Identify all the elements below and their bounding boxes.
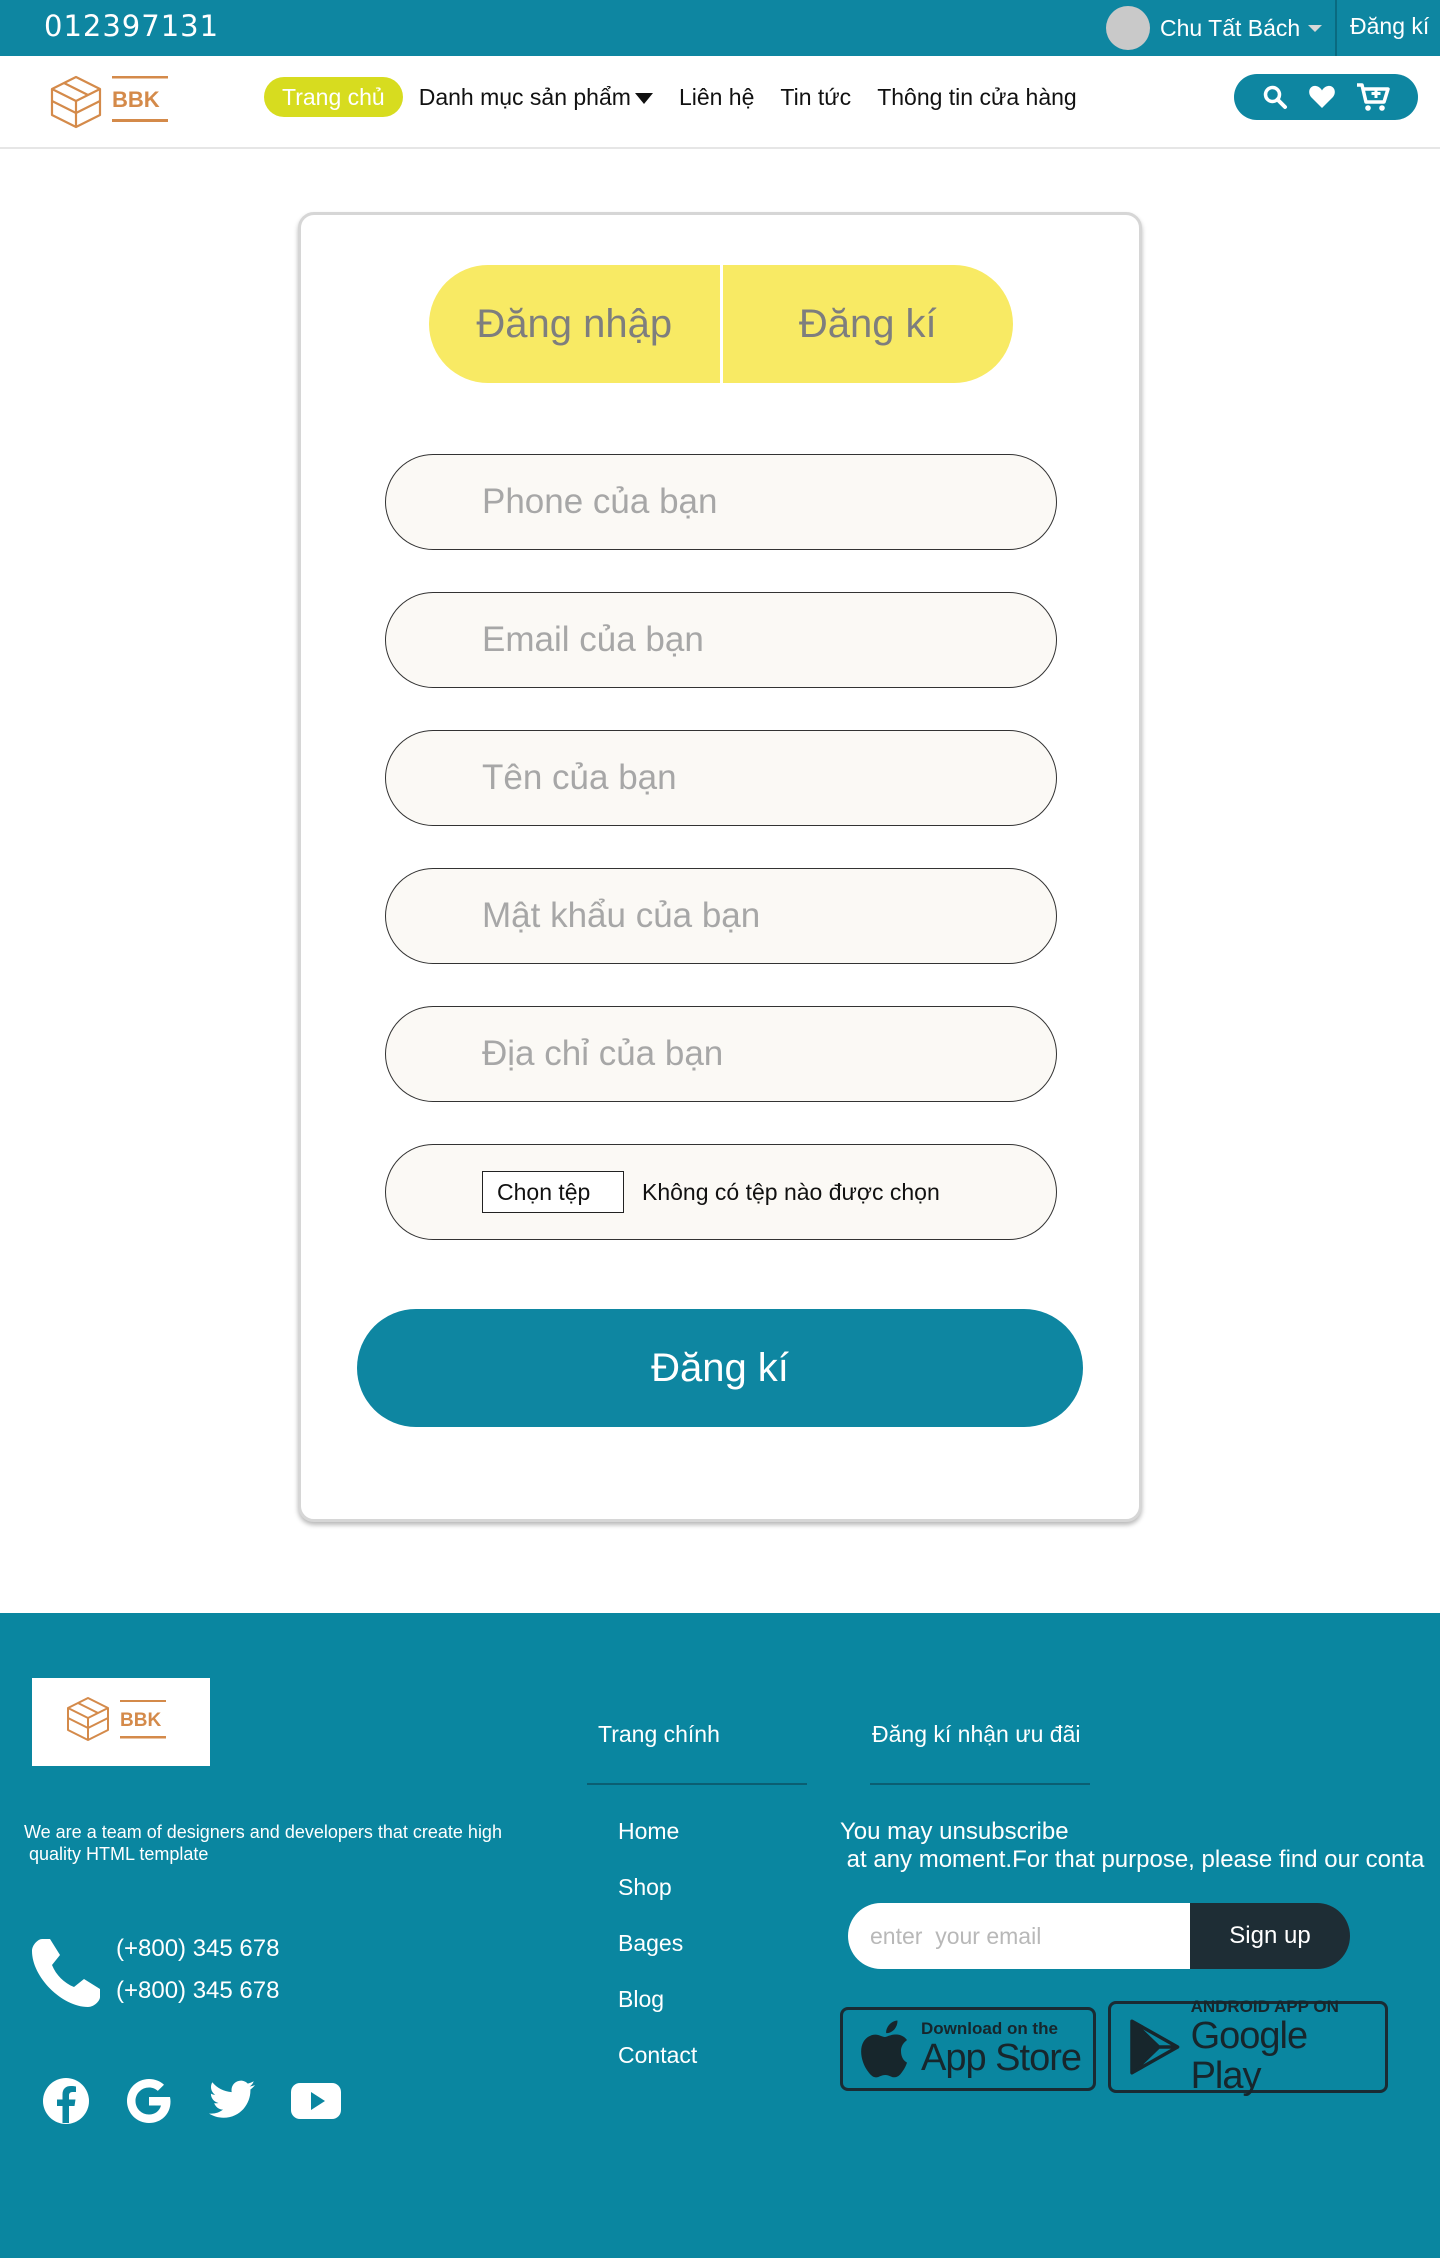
password-field[interactable] — [385, 868, 1057, 964]
top-divider — [1335, 0, 1337, 56]
footer-link-blog[interactable]: Blog — [618, 1986, 664, 2013]
apple-icon — [861, 2020, 907, 2078]
heart-icon[interactable] — [1308, 84, 1336, 110]
footer-link-bages[interactable]: Bages — [618, 1930, 683, 1957]
register-card: Đăng nhập Đăng kí Chọn tệp Không có tệp … — [298, 212, 1142, 1522]
name-input[interactable] — [482, 758, 1056, 798]
email-input[interactable] — [482, 620, 1056, 660]
googleplay-big-text: Google Play — [1190, 2015, 1309, 2097]
googleplay-small-text: ANDROID APP ON — [1190, 1997, 1339, 2016]
file-status: Không có tệp nào được chọn — [642, 1178, 940, 1205]
subscribe-form: Sign up — [848, 1903, 1350, 1969]
phone-icon — [28, 1935, 104, 2016]
choose-file-button[interactable]: Chọn tệp — [482, 1171, 624, 1213]
footer-promo-divider — [870, 1783, 1090, 1785]
nav-item-categories[interactable]: Danh mục sản phẩm — [419, 77, 653, 117]
site-footer: BBK We are a team of designers and devel… — [0, 1613, 1440, 2258]
name-field[interactable] — [385, 730, 1057, 826]
password-input[interactable] — [482, 896, 1056, 936]
phone-field[interactable] — [385, 454, 1057, 550]
social-links — [42, 2077, 376, 2130]
facebook-icon[interactable] — [42, 2077, 90, 2130]
chevron-down-icon[interactable] — [1308, 24, 1323, 32]
main-nav: BBK Trang chủ Danh mục sản phẩm Liên hệ … — [0, 56, 1440, 149]
footer-logo-text: BBK — [120, 1710, 161, 1731]
logo-text: BBK — [112, 87, 160, 112]
file-upload-field: Chọn tệp Không có tệp nào được chọn — [385, 1144, 1057, 1240]
footer-phone-1[interactable]: (+800) 345 678 — [116, 1935, 279, 1963]
nav-item-home[interactable]: Trang chủ — [264, 77, 403, 117]
site-logo[interactable]: BBK — [46, 67, 176, 137]
user-menu[interactable]: Chu Tất Bách — [1106, 6, 1323, 50]
signup-button[interactable]: Sign up — [1190, 1903, 1350, 1969]
subscribe-email-field[interactable] — [848, 1903, 1190, 1969]
nav-item-news[interactable]: Tin tức — [780, 77, 851, 117]
nav-item-categories-label: Danh mục sản phẩm — [418, 84, 631, 110]
nav-action-icons — [1234, 74, 1418, 120]
footer-main-title: Trang chính — [598, 1721, 720, 1747]
auth-tabs: Đăng nhập Đăng kí — [429, 265, 1013, 383]
appstore-big-text: App Store — [921, 2037, 1082, 2079]
google-play-badge[interactable]: ANDROID APP ON Google Play — [1108, 1997, 1388, 2097]
footer-link-home[interactable]: Home — [618, 1818, 679, 1845]
footer-link-contact[interactable]: Contact — [618, 2042, 697, 2069]
phone-input[interactable] — [482, 482, 1056, 522]
appstore-small-text: Download on the — [921, 2019, 1058, 2038]
subscribe-email-input[interactable] — [870, 1922, 1190, 1950]
email-field[interactable] — [385, 592, 1057, 688]
avatar[interactable] — [1106, 6, 1150, 50]
tab-register[interactable]: Đăng kí — [723, 265, 1014, 383]
cart-icon[interactable] — [1356, 82, 1390, 112]
footer-promo-text: You may unsubscribe at any moment.For th… — [840, 1818, 1425, 1873]
search-icon[interactable] — [1262, 84, 1288, 110]
google-icon[interactable] — [124, 2077, 174, 2130]
footer-about: We are a team of designers and developer… — [24, 1822, 502, 1864]
footer-promo-title: Đăng kí nhận ưu đãi — [872, 1721, 1081, 1747]
youtube-icon[interactable] — [290, 2082, 342, 2125]
register-submit-button[interactable]: Đăng kí — [357, 1309, 1083, 1427]
address-input[interactable] — [482, 1034, 1056, 1074]
footer-phone-2[interactable]: (+800) 345 678 — [116, 1977, 279, 2005]
top-phone-number: 012397131 — [44, 9, 220, 43]
address-field[interactable] — [385, 1006, 1057, 1102]
nav-item-contact[interactable]: Liên hệ — [679, 77, 754, 117]
play-store-icon — [1130, 2019, 1180, 2075]
footer-main-divider — [587, 1783, 807, 1785]
footer-link-shop[interactable]: Shop — [618, 1874, 672, 1901]
tab-login[interactable]: Đăng nhập — [429, 265, 720, 383]
footer-logo[interactable]: BBK — [32, 1678, 210, 1766]
user-name[interactable]: Chu Tất Bách — [1160, 15, 1300, 42]
nav-item-store-info[interactable]: Thông tin cửa hàng — [877, 77, 1077, 117]
caret-down-icon — [634, 93, 653, 105]
nav-menu: Trang chủ Danh mục sản phẩm Liên hệ Tin … — [264, 77, 1103, 117]
top-bar: 012397131 Chu Tất Bách Đăng kí — [0, 0, 1440, 56]
app-store-badge[interactable]: Download on the App Store — [840, 2007, 1096, 2091]
top-register-link[interactable]: Đăng kí — [1350, 13, 1429, 40]
twitter-icon[interactable] — [208, 2080, 256, 2127]
